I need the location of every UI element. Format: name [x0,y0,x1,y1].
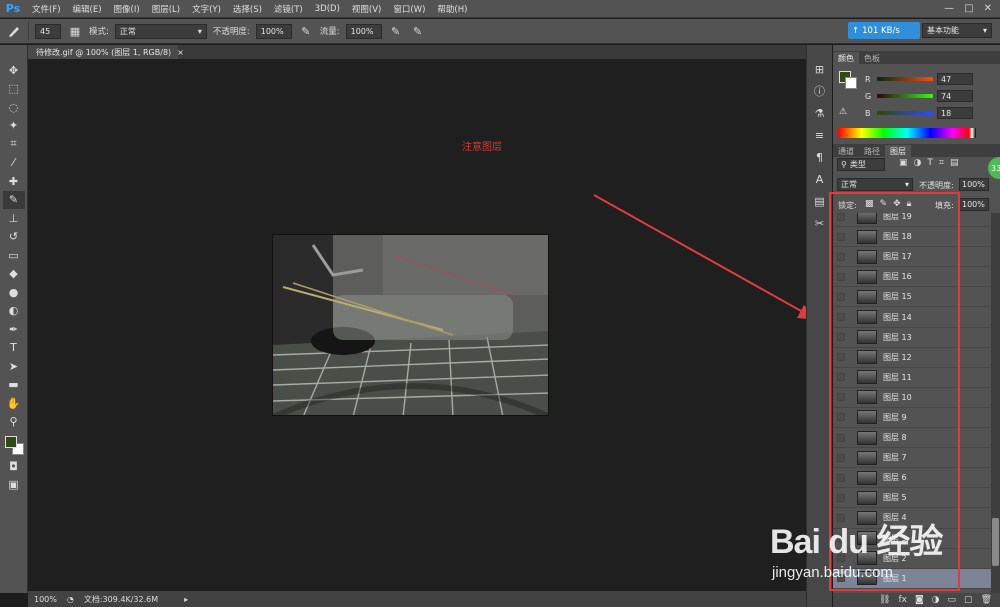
tab-paths[interactable]: 路径 [859,145,885,157]
watermark-url: jingyan.baidu.com [772,564,893,581]
layer-opacity-value: 100% [962,180,985,189]
fill-input[interactable]: 100% [959,198,989,211]
new-layer-icon[interactable]: ▢ [964,595,973,605]
tab-color[interactable]: 颜色 [833,52,859,64]
blue-slider[interactable] [877,111,933,115]
red-slider[interactable] [877,77,933,81]
trash-icon[interactable]: 🗑︎ [981,595,992,605]
type-filter-icon[interactable]: T [927,158,933,168]
new-group-icon[interactable]: ▭ [948,595,957,605]
tool-presets-panel-icon[interactable]: ✂ [811,214,829,232]
tab-swatches[interactable]: 色板 [859,52,885,64]
red-label: R [865,74,871,84]
adjustment-layer-icon[interactable]: ◑ [932,595,940,605]
blend-mode-value: 正常 [841,180,857,189]
actions-panel-icon[interactable]: ⚗ [811,104,829,122]
baidu-watermark: Bai du 经验 [770,523,943,561]
gamut-warning-icon[interactable]: ⚠ [839,107,847,117]
character-panel-icon[interactable]: A [811,170,829,188]
link-layers-icon[interactable]: ⛓ [879,595,890,605]
search-icon: ⚲ [841,160,847,169]
fill-value: 100% [962,200,985,209]
layers-panel-tabs: 通道 路径 图层 [833,144,1000,157]
pixel-filter-icon[interactable]: ▣ [899,158,908,168]
green-label: G [865,91,872,101]
notification-badge: 33 [988,157,1000,179]
red-channel-row: R 47 [865,73,973,85]
history-panel-icon[interactable]: ⊞ [811,60,829,78]
layer-filter-select[interactable]: ⚲ 类型 [837,158,885,171]
shape-filter-icon[interactable]: ⌗ [939,158,944,168]
green-value-input[interactable]: 74 [937,90,973,102]
info-panel-icon[interactable]: ⓘ [811,82,829,100]
smart-object-filter-icon[interactable]: ▤ [950,158,959,168]
green-slider[interactable] [877,94,933,98]
dropdown-arrow-icon: ▾ [904,180,909,189]
adjustment-filter-icon[interactable]: ◑ [914,158,922,168]
blue-label: B [865,108,871,118]
fx-icon[interactable]: fx [898,595,907,605]
layers-scroll-thumb[interactable] [992,518,999,566]
badge-count: 33 [991,163,1000,173]
color-spectrum-bar[interactable] [838,128,976,138]
layers-scrollbar[interactable] [991,213,1000,593]
properties-panel-icon[interactable]: ≡ [811,126,829,144]
color-panel-tabs: 颜色 色板 [833,51,1000,64]
brush-presets-panel-icon[interactable]: ▤ [811,192,829,210]
layers-footer: ⛓ fx ◙ ◑ ▭ ▢ 🗑︎ [833,593,1000,607]
layer-opacity-label: 不透明度: [919,181,954,190]
tab-layers[interactable]: 图层 [885,145,911,157]
layer-filter-icons: ▣ ◑ T ⌗ ▤ [899,158,958,168]
color-panel-background-swatch[interactable] [845,77,857,89]
blue-channel-row: B 18 [865,107,973,119]
red-value-input[interactable]: 47 [937,73,973,85]
blend-mode-select[interactable]: 正常 ▾ [837,178,913,191]
add-mask-icon[interactable]: ◙ [915,595,924,605]
layer-opacity-input[interactable]: 100% [959,178,989,191]
green-channel-row: G 74 [865,90,973,102]
tab-channels[interactable]: 通道 [833,145,859,157]
layer-filter-value: 类型 [849,160,866,169]
blue-value-input[interactable]: 18 [937,107,973,119]
paragraph-panel-icon[interactable]: ¶ [811,148,829,166]
